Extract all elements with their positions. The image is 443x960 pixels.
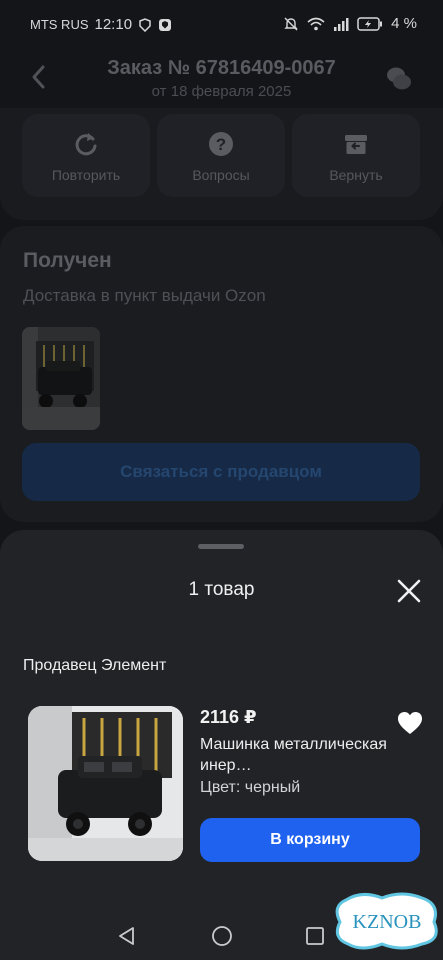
battery-icon xyxy=(357,16,383,31)
return-box-icon xyxy=(345,135,367,154)
carrier-label: MTS RUS xyxy=(30,17,89,32)
wifi-icon xyxy=(307,17,325,30)
status-bar-right: 4 % xyxy=(283,15,417,32)
delivery-method: Доставка в пункт выдачи Ozon xyxy=(23,286,266,305)
order-item-thumbnail[interactable] xyxy=(22,327,100,430)
nav-recent-apps-icon[interactable] xyxy=(305,926,325,946)
status-bar-left: MTS RUS 12:10 xyxy=(30,16,172,33)
questions-button[interactable]: ? Вопросы xyxy=(157,114,285,197)
order-date: от 18 февраля 2025 xyxy=(151,83,292,100)
clock: 12:10 xyxy=(94,16,133,33)
mute-icon xyxy=(284,17,298,30)
repeat-order-button[interactable]: Повторить xyxy=(22,114,150,197)
seller-name[interactable]: Продавец Элемент xyxy=(23,657,166,675)
chat-icon[interactable] xyxy=(384,64,414,94)
return-label: Вернуть xyxy=(329,167,383,183)
question-icon: ? xyxy=(209,132,233,156)
repeat-icon xyxy=(75,133,97,156)
nav-home-icon[interactable] xyxy=(211,925,233,947)
questions-label: Вопросы xyxy=(192,167,250,183)
product-image[interactable] xyxy=(28,706,183,861)
battery-label: 4 % xyxy=(391,15,417,32)
close-icon[interactable] xyxy=(396,578,422,604)
heart-icon[interactable] xyxy=(396,710,424,736)
shield-icon xyxy=(159,18,172,31)
sheet-title: 1 товар xyxy=(188,579,255,600)
signal-icon xyxy=(334,17,349,31)
notification-icon xyxy=(139,17,151,32)
page-title: Заказ № 67816409-0067 xyxy=(107,57,336,79)
nav-back-icon[interactable] xyxy=(117,926,137,946)
product-color: Цвет: черный xyxy=(200,779,301,796)
repeat-label: Повторить xyxy=(51,167,121,183)
sheet-drag-handle[interactable] xyxy=(198,544,244,549)
watermark-text: KZNOB xyxy=(353,911,422,933)
add-to-cart-button[interactable]: В корзину xyxy=(200,818,420,862)
svg-text:?: ? xyxy=(216,135,226,154)
watermark-logo: KZNOB xyxy=(335,892,438,950)
contact-seller-button[interactable]: Связаться с продавцом xyxy=(22,443,420,501)
order-status-title: Получен xyxy=(23,249,112,272)
product-name[interactable]: Машинка металлическая инер… xyxy=(200,734,390,776)
product-price: 2116 ₽ xyxy=(200,707,257,727)
return-button[interactable]: Вернуть xyxy=(292,114,420,197)
